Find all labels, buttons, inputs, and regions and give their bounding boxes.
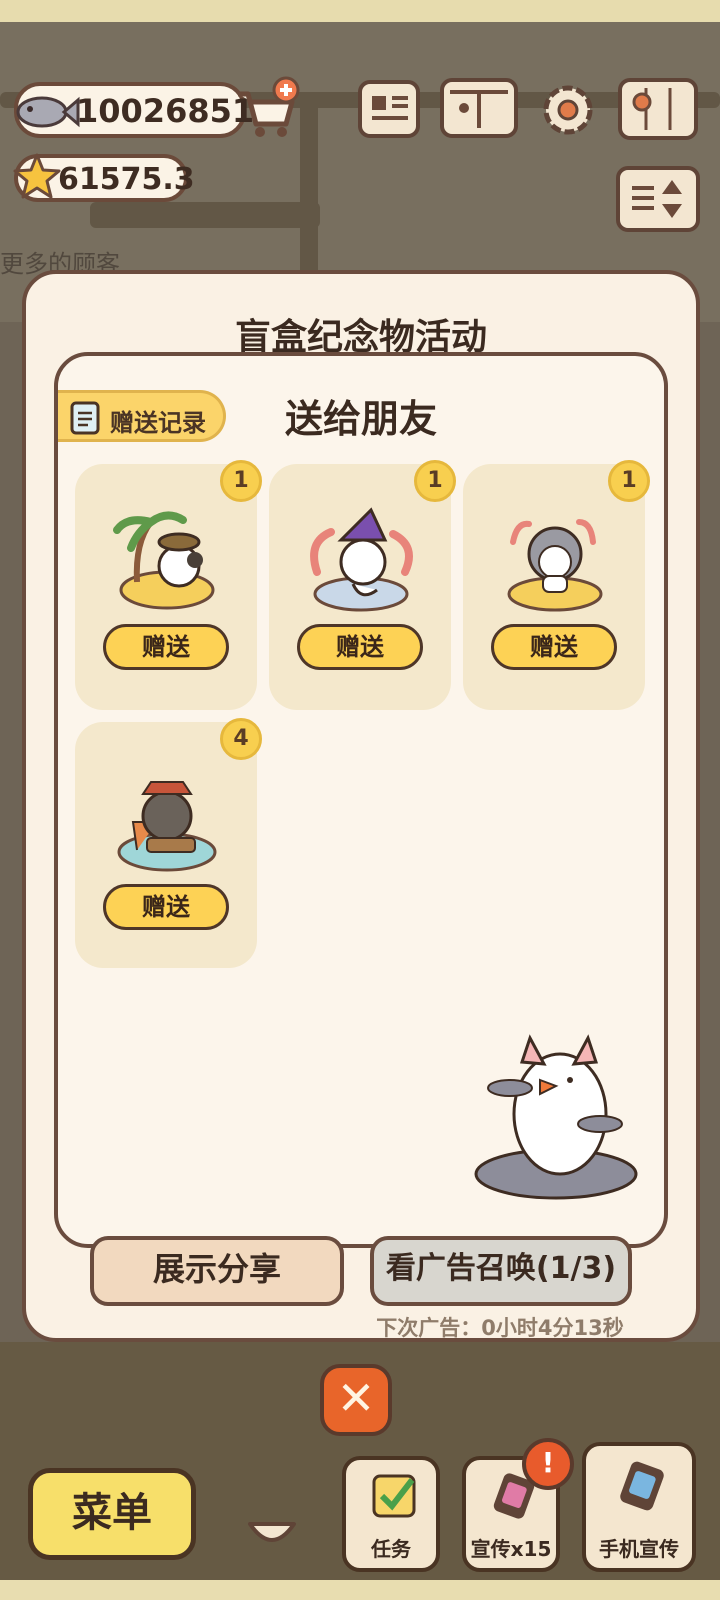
gift-record-button[interactable]: 赠送记录 [58,390,226,442]
close-icon[interactable]: ✕ [320,1364,392,1436]
fish-amount: 10026851 [76,92,255,130]
star-icon [13,153,61,199]
bird-mascot-icon [474,1034,638,1200]
souvenir-pirate-cat-icon [117,781,217,872]
promote-label: 宣传x15 [470,1537,552,1561]
bottom-strip [0,1580,720,1600]
map-icon[interactable] [618,78,698,140]
gift-record-label: 赠送记录 [110,409,206,437]
chevron-down-icon[interactable] [244,1516,300,1552]
book-icon[interactable] [440,78,518,138]
star-currency: 61575.3 [13,153,195,202]
phone-promote-label: 手机宣传 [599,1537,679,1561]
gift-button[interactable]: 赠送 [103,884,229,930]
fish-currency: 10026851 [14,82,254,138]
souvenir-wizard-cat-icon [310,507,413,612]
souvenir-coral-cat-icon [507,519,603,612]
count-badge: 1 [414,460,456,502]
task-label: 任务 [371,1537,411,1561]
watch-ad-button[interactable]: 看广告召唤(1/3) [370,1236,632,1306]
phone-card-icon [620,1461,664,1511]
fish-icon [16,96,80,128]
souvenir-card: 赠送 [269,464,451,710]
star-amount: 61575.3 [58,162,195,197]
checklist-icon [372,1474,416,1518]
souvenir-card: 赠送 [463,464,645,710]
id-card-icon[interactable] [358,80,420,138]
souvenir-island-cat-icon [113,511,215,610]
sort-icon[interactable] [616,166,700,232]
phone-promote-button[interactable]: 手机宣传 [582,1442,696,1572]
count-badge: 1 [608,460,650,502]
menu-button[interactable]: 菜单 [28,1468,196,1560]
status-strip [0,0,720,22]
souvenir-card: 赠送 [75,464,257,710]
task-button[interactable]: 任务 [342,1456,440,1572]
shop-cart-icon[interactable] [232,76,302,142]
count-badge: 1 [220,460,262,502]
gift-button[interactable]: 赠送 [297,624,423,670]
share-button[interactable]: 展示分享 [90,1236,344,1306]
gift-button[interactable]: 赠送 [491,624,617,670]
alert-badge: ! [522,1438,574,1490]
gift-button[interactable]: 赠送 [103,624,229,670]
next-ad-timer: 下次广告：0小时4分13秒 [376,1316,624,1340]
count-badge: 4 [220,718,262,760]
gear-icon[interactable] [538,80,598,140]
clipboard-icon [70,401,100,435]
souvenir-card: 赠送 [75,722,257,968]
